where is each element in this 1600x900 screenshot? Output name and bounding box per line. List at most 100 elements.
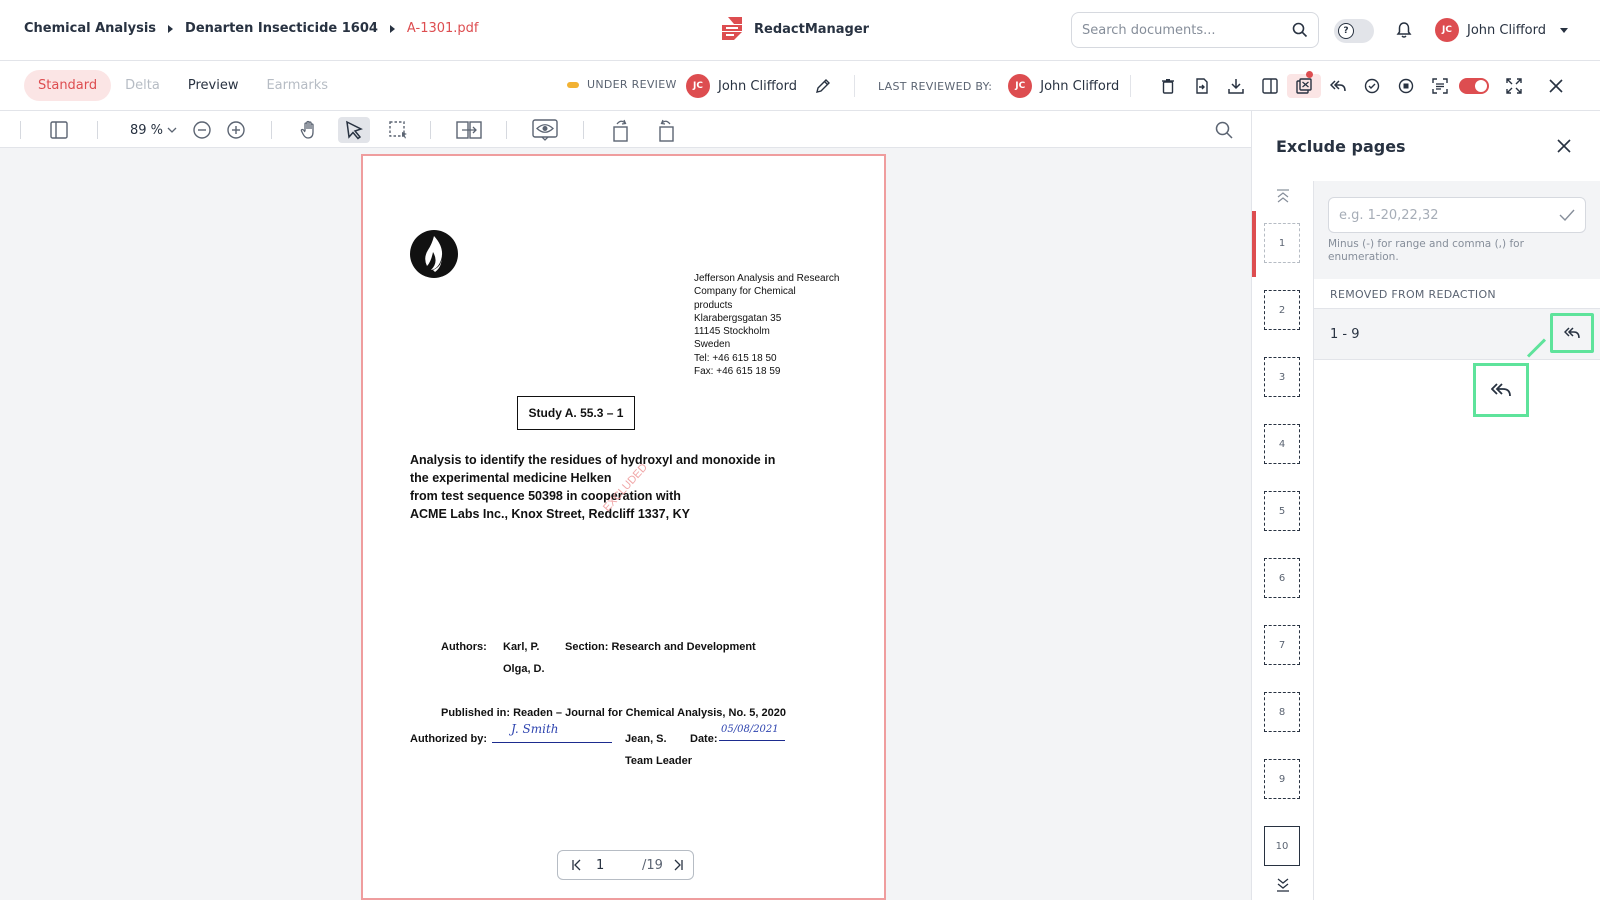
sidebar-left-icon bbox=[50, 121, 68, 139]
search-document-button[interactable] bbox=[1212, 117, 1236, 143]
published-in: Published in: Readen – Journal for Chemi… bbox=[441, 707, 786, 719]
scroll-to-top-icon[interactable] bbox=[1275, 189, 1291, 203]
rotate-right-button[interactable] bbox=[654, 117, 678, 143]
author-2: Olga, D. bbox=[503, 663, 545, 675]
view-mode-preview[interactable]: Preview bbox=[174, 70, 253, 101]
checkmark-icon[interactable] bbox=[1559, 209, 1575, 221]
area-select-button[interactable] bbox=[385, 117, 411, 143]
address-line: Jefferson Analysis and Research bbox=[694, 273, 840, 284]
file-actions bbox=[1151, 71, 1573, 98]
help-mode-toggle[interactable]: ? bbox=[1334, 19, 1374, 43]
revert-exclusion-callout bbox=[1473, 363, 1529, 417]
file-action-bar: Standard Delta Preview Earmarks UNDER RE… bbox=[0, 61, 1600, 111]
last-reviewed-by: LAST REVIEWED BY: JC John Clifford bbox=[878, 74, 1119, 98]
redaction-toggle[interactable] bbox=[1457, 74, 1491, 98]
address-line: Fax: +46 615 18 59 bbox=[694, 366, 781, 378]
pdf-page[interactable]: Jefferson Analysis and Research Company … bbox=[361, 154, 886, 900]
removed-from-redaction-header: REMOVED FROM REDACTION bbox=[1314, 279, 1600, 309]
delete-file-button[interactable] bbox=[1151, 74, 1185, 98]
breadcrumb-item-dossier[interactable]: Denarten Insecticide 1604 bbox=[185, 21, 378, 36]
page-thumbnail[interactable]: 4 bbox=[1264, 424, 1300, 464]
title-line: from test sequence 50398 in cooperation … bbox=[410, 489, 681, 503]
page-thumbnail[interactable]: 1 bbox=[1264, 223, 1300, 263]
page-range-input[interactable] bbox=[1339, 207, 1559, 223]
study-id: Study A. 55.3 – 1 bbox=[517, 396, 635, 430]
ocr-button[interactable] bbox=[1423, 74, 1457, 98]
page-thumbnail[interactable]: 2 bbox=[1264, 290, 1300, 330]
page-thumbnail[interactable]: 8 bbox=[1264, 692, 1300, 732]
user-menu[interactable]: JC John Clifford bbox=[1435, 18, 1568, 42]
undo-button[interactable] bbox=[1321, 74, 1355, 98]
brand[interactable]: RedactManager bbox=[718, 15, 869, 43]
user-name: John Clifford bbox=[1467, 22, 1546, 38]
signer-role: Team Leader bbox=[625, 755, 693, 767]
toggle-sidebar-button[interactable] bbox=[1253, 74, 1287, 98]
select-tool-button[interactable] bbox=[338, 117, 370, 143]
reply-all-icon bbox=[1491, 383, 1511, 397]
assignee[interactable]: JC John Clifford bbox=[686, 74, 831, 98]
compare-button[interactable] bbox=[455, 117, 483, 143]
page-thumbnail[interactable]: 5 bbox=[1264, 491, 1300, 531]
fullscreen-button[interactable] bbox=[1497, 74, 1531, 98]
help-icon: ? bbox=[1338, 23, 1354, 39]
divider bbox=[430, 121, 431, 139]
breadcrumb-item-dossier-template[interactable]: Chemical Analysis bbox=[24, 21, 156, 36]
search-input[interactable] bbox=[1082, 22, 1292, 38]
toggle-thumbnails-button[interactable] bbox=[46, 117, 72, 143]
first-page-icon[interactable] bbox=[570, 858, 584, 872]
address-line: Klarabergsgatan 35 bbox=[694, 312, 782, 324]
close-panel-button[interactable] bbox=[1553, 135, 1575, 157]
search-icon[interactable] bbox=[1292, 22, 1308, 38]
date-label: Date: bbox=[690, 733, 718, 745]
signature-date: 05/08/2021 bbox=[721, 724, 779, 735]
zoom-select[interactable]: 89 % bbox=[130, 117, 177, 143]
active-page-indicator bbox=[1252, 211, 1256, 277]
revert-exclusion-button[interactable] bbox=[1550, 313, 1594, 353]
chevron-right-icon bbox=[389, 24, 395, 33]
page-thumbnails[interactable]: 1 2 3 4 5 6 7 8 9 10 bbox=[1252, 181, 1314, 900]
sidebar-panel-icon bbox=[1262, 78, 1278, 94]
download-button[interactable] bbox=[1219, 74, 1253, 98]
zoom-in-button[interactable] bbox=[225, 117, 247, 143]
stop-circle-icon bbox=[1398, 78, 1414, 94]
edit-pencil-icon[interactable] bbox=[815, 78, 831, 94]
pan-tool-button[interactable] bbox=[296, 117, 322, 143]
address-line: products bbox=[694, 299, 733, 311]
scroll-to-bottom-icon[interactable] bbox=[1275, 878, 1291, 892]
toggle-switch bbox=[1459, 78, 1489, 94]
toggle-redaction-preview-button[interactable] bbox=[531, 117, 559, 143]
exclude-pages-button[interactable] bbox=[1287, 71, 1321, 98]
page-thumbnail[interactable]: 3 bbox=[1264, 357, 1300, 397]
trash-icon bbox=[1162, 79, 1174, 94]
search-box[interactable] bbox=[1071, 12, 1319, 48]
reply-all-icon bbox=[1564, 327, 1580, 339]
page-thumbnail[interactable]: 9 bbox=[1264, 759, 1300, 799]
document-viewer[interactable]: Jefferson Analysis and Research Company … bbox=[0, 148, 1251, 900]
eye-frame-icon bbox=[532, 119, 558, 141]
reviewer-name: John Clifford bbox=[1040, 78, 1120, 94]
zoom-out-icon bbox=[193, 121, 211, 139]
cursor-arrow-icon bbox=[346, 120, 363, 140]
page-range-hint: Minus (-) for range and comma (,) for en… bbox=[1328, 238, 1524, 263]
notifications-bell-icon[interactable] bbox=[1396, 21, 1412, 39]
page-thumbnail[interactable]: 7 bbox=[1264, 625, 1300, 665]
page-range-field[interactable] bbox=[1328, 197, 1586, 233]
rotate-left-button[interactable] bbox=[609, 117, 633, 143]
excluded-range-text: 1 - 9 bbox=[1330, 327, 1360, 342]
page-thumbnail[interactable]: 6 bbox=[1264, 558, 1300, 598]
close-file-button[interactable] bbox=[1539, 74, 1573, 98]
zoom-out-button[interactable] bbox=[191, 117, 213, 143]
selection-box-icon bbox=[389, 121, 407, 139]
close-icon bbox=[1549, 79, 1563, 93]
view-mode-standard[interactable]: Standard bbox=[24, 70, 112, 101]
assign-button[interactable] bbox=[1185, 74, 1219, 98]
current-page-input[interactable]: 1 bbox=[596, 858, 636, 873]
last-page-icon[interactable] bbox=[671, 858, 685, 872]
stop-button[interactable] bbox=[1389, 74, 1423, 98]
approve-button[interactable] bbox=[1355, 74, 1389, 98]
exclude-pages-form: Minus (-) for range and comma (,) for en… bbox=[1314, 181, 1600, 279]
hand-icon bbox=[300, 120, 314, 139]
redactmanager-logo-icon bbox=[722, 17, 742, 40]
chevron-right-icon bbox=[168, 24, 174, 33]
page-thumbnail[interactable]: 10 bbox=[1264, 826, 1300, 866]
